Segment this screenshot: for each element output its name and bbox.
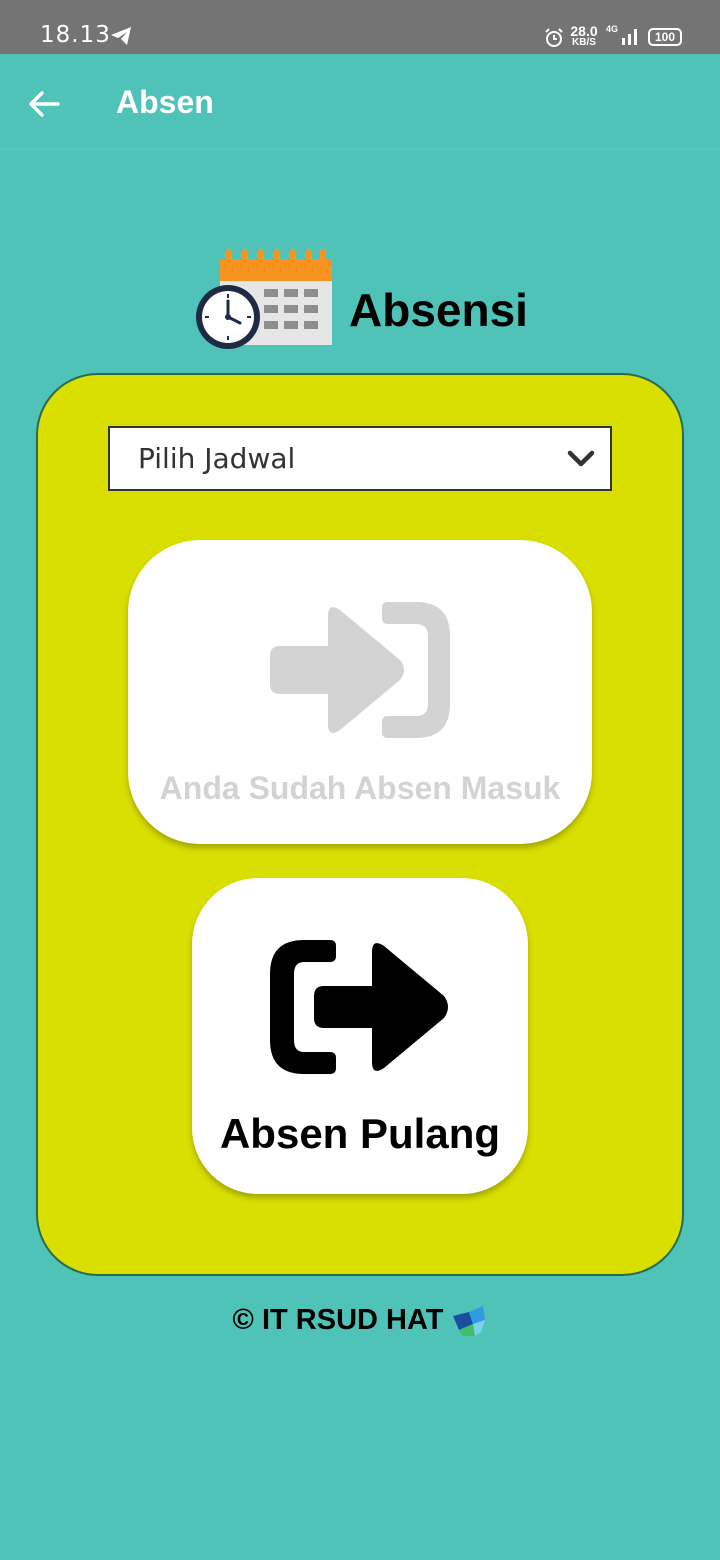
back-button[interactable] xyxy=(22,82,66,126)
status-time: 18.13 xyxy=(40,22,111,48)
alarm-icon xyxy=(545,28,563,47)
net-speed-unit: KB/S xyxy=(572,37,596,48)
checkin-label: Anda Sudah Absen Masuk xyxy=(159,770,561,806)
checkin-button[interactable]: Anda Sudah Absen Masuk xyxy=(128,540,592,844)
chevron-down-icon xyxy=(567,450,595,467)
page-heading: Absensi xyxy=(349,284,528,336)
sign-in-icon xyxy=(270,602,450,738)
app-title: Absen xyxy=(116,84,214,120)
sign-out-icon xyxy=(270,940,448,1074)
status-bar: 18.13 28.0 KB/S 4G 100 xyxy=(0,0,720,54)
battery-indicator: 100 xyxy=(648,28,682,46)
calendar-clock-icon xyxy=(196,249,332,349)
footer-text: © IT RSUD HAT xyxy=(232,1303,444,1336)
hospital-logo-icon xyxy=(453,1306,486,1336)
footer: © IT RSUD HAT xyxy=(0,1300,720,1340)
net-speed-value: 28.0 xyxy=(570,23,598,39)
battery-level: 100 xyxy=(654,30,676,44)
arrow-left-icon xyxy=(29,91,60,117)
checkout-label: Absen Pulang xyxy=(219,1110,501,1157)
checkout-button[interactable]: Absen Pulang xyxy=(192,878,528,1194)
schedule-select[interactable]: Pilih Jadwal xyxy=(108,426,612,491)
signal-icon xyxy=(622,29,637,45)
schedule-select-value: Pilih Jadwal xyxy=(138,442,296,475)
net-speed: 28.0 KB/S xyxy=(569,24,599,48)
telegram-icon xyxy=(111,27,131,45)
app-bar: Absen xyxy=(0,54,720,150)
